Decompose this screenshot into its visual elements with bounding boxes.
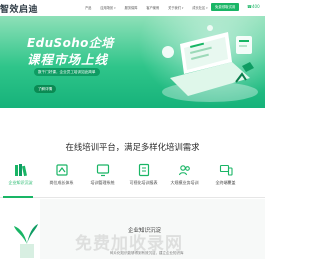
tab-label: 岗位成长体系 xyxy=(49,180,74,185)
tab-growth[interactable]: 岗位成长体系 xyxy=(41,163,82,189)
active-tab-indicator xyxy=(3,196,33,198)
books-icon xyxy=(14,164,27,177)
tab-knowledge[interactable]: 企业知识沉淀 xyxy=(0,163,41,189)
hotline[interactable]: ☎400 xyxy=(247,4,260,9)
tab-management[interactable]: 培训管理系统 xyxy=(82,163,123,189)
top-header: 智效启迪 产品 应用场景▾ 服务保障 客户案例 关于我们▾ 成长社区▾ 在线学 … xyxy=(0,0,265,17)
chevron-down-icon: ▾ xyxy=(206,6,208,10)
laptop-illustration xyxy=(162,25,258,102)
chevron-down-icon: ▾ xyxy=(181,6,184,10)
nav-item-label: 关于我们 xyxy=(168,6,181,10)
nav-item-about[interactable]: 关于我们▾ xyxy=(168,5,183,10)
people-icon xyxy=(178,165,190,176)
nav-item-label: 服务保障 xyxy=(124,6,138,10)
tab-reports[interactable]: 可视化培训报表 xyxy=(123,163,164,189)
tab-label: 大规模业务培训 xyxy=(170,180,199,185)
tree-icon xyxy=(55,164,68,176)
free-trial-button[interactable]: 免费领取试用 xyxy=(211,3,240,11)
nav-item-service[interactable]: 服务保障 xyxy=(125,5,138,10)
card-description: 碎片化知识能够得到有效沉淀，建立企业知识库 xyxy=(110,251,184,255)
banner-tagline: 数千门好课，企业员工培训如此简单 xyxy=(34,68,100,76)
tab-label: 企业知识沉淀 xyxy=(8,180,33,185)
tab-mass-training[interactable]: 大规模业务培训 xyxy=(164,163,205,189)
nav-item-cases[interactable]: 客户案例 xyxy=(146,5,159,10)
nav-item-label: 产品 xyxy=(85,6,92,10)
brand-logo[interactable]: 智效启迪 xyxy=(0,2,38,15)
devices-icon xyxy=(219,164,233,176)
nav-item-scenarios[interactable]: 应用场景▾ xyxy=(100,5,115,10)
tab-label: 培训管理系统 xyxy=(90,180,115,185)
report-icon xyxy=(138,163,149,177)
nav-item-community[interactable]: 成长社区▾ xyxy=(192,5,207,10)
nav-item-label: 成长社区 xyxy=(192,6,206,10)
card-title: 企业知识沉淀 xyxy=(128,228,162,234)
chevron-down-icon: ▾ xyxy=(114,6,116,10)
nav-item-label: 应用场景 xyxy=(100,6,114,10)
tab-devices[interactable]: 全终端覆盖 xyxy=(205,163,246,189)
tab-label: 可视化培训报表 xyxy=(129,180,158,185)
hotline-number: 400 xyxy=(251,4,260,9)
nav-item-label: 客户案例 xyxy=(146,6,160,10)
hero-banner[interactable]: EduSoho企培 课程市场上线 数千门好课，企业员工培训如此简单 了解详情 xyxy=(0,16,265,108)
feature-tabs: 企业知识沉淀 岗位成长体系 培训管理系统 可视化培训报表 大规模业务培训 全终端… xyxy=(0,163,265,189)
banner-subtitle: 课程市场上线 xyxy=(27,52,109,67)
monitor-icon xyxy=(96,164,109,177)
section-title: 在线培训平台，满足多样化培训需求 xyxy=(65,142,200,152)
tab-divider xyxy=(0,197,265,198)
learn-more-button[interactable]: 了解详情 xyxy=(34,85,56,93)
plant-icon xyxy=(14,224,38,258)
tab-label: 全终端覆盖 xyxy=(215,180,236,185)
nav-item-products[interactable]: 产品 xyxy=(85,5,91,10)
